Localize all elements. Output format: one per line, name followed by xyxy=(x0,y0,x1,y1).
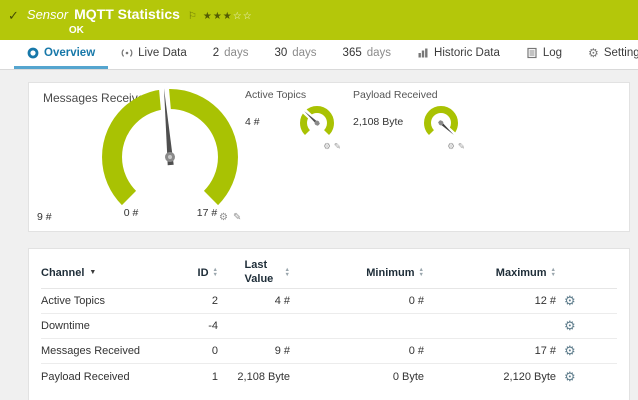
channel-name-cell[interactable]: Payload Received xyxy=(41,371,166,383)
star-filled-icons[interactable]: ★★★ xyxy=(203,11,233,22)
minimum-cell: 0 # xyxy=(290,345,424,357)
column-label: Minimum xyxy=(366,267,414,279)
title-block: Sensor MQTT Statistics ⚐ ★★★☆☆ OK xyxy=(27,6,253,36)
tab-unit: days xyxy=(367,47,391,59)
object-kind-label: Sensor xyxy=(27,7,68,22)
id-cell: -4 xyxy=(166,320,218,332)
main-gauge-chart xyxy=(75,85,265,211)
star-empty-icons[interactable]: ☆☆ xyxy=(233,11,253,22)
edit-icon[interactable]: ✎ xyxy=(458,141,465,152)
id-cell: 0 xyxy=(166,345,218,357)
column-header-channel[interactable]: Channel ▼ xyxy=(41,267,166,279)
column-label: ID xyxy=(198,267,209,279)
small-gauge-active-topics: Active Topics 4 # ⚙ xyxy=(245,89,341,152)
status-badge: OK xyxy=(69,25,253,36)
channel-name-cell[interactable]: Downtime xyxy=(41,320,166,332)
tab-label: Overview xyxy=(44,47,95,59)
channel-settings-icon[interactable]: ⚙ xyxy=(564,293,576,308)
table-row[interactable]: Downtime -4 ⚙ xyxy=(41,314,617,339)
small-gauge-payload-received: Payload Received 2,108 Byte xyxy=(353,89,465,152)
channel-settings-icon[interactable]: ⚙ xyxy=(564,343,576,358)
maximum-cell: 12 # xyxy=(424,295,556,307)
small-gauge-chart xyxy=(419,102,463,140)
gear-icon[interactable]: ⚙ xyxy=(219,212,228,223)
tab-number: 2 xyxy=(213,47,219,59)
main-gauge-actions: ⚙ ✎ xyxy=(219,212,241,223)
priority-rating[interactable]: ★★★☆☆ xyxy=(203,11,253,22)
sort-desc-icon[interactable]: ▼ xyxy=(89,269,96,276)
page-title: MQTT Statistics xyxy=(74,6,180,22)
id-cell: 1 xyxy=(166,371,218,383)
tab-log[interactable]: Log xyxy=(513,40,575,69)
maximum-cell: 17 # xyxy=(424,345,556,357)
sensor-tab-bar: Overview Live Data 2 days 30 days 365 da… xyxy=(0,40,638,70)
edit-icon[interactable]: ✎ xyxy=(233,212,241,223)
log-list-icon xyxy=(526,47,538,59)
gear-icon: ⚙ xyxy=(588,47,599,59)
table-row[interactable]: Messages Received 0 9 # 0 # 17 # ⚙ xyxy=(41,339,617,364)
main-gauge: 0 # 17 # xyxy=(75,85,265,231)
flag-icon[interactable]: ⚐ xyxy=(188,11,197,22)
sensor-header: ✓ Sensor MQTT Statistics ⚐ ★★★☆☆ OK xyxy=(0,0,638,40)
tab-live-data[interactable]: Live Data xyxy=(108,40,200,69)
small-gauges: Active Topics 4 # ⚙ xyxy=(245,89,465,152)
gear-icon[interactable]: ⚙ xyxy=(323,141,331,152)
sort-desc-arrow: ▼ xyxy=(551,273,556,278)
channel-settings-icon[interactable]: ⚙ xyxy=(564,318,576,333)
status-ok-check-icon: ✓ xyxy=(8,8,19,24)
column-label: Maximum xyxy=(496,267,547,279)
main-gauge-value: 9 # xyxy=(37,211,52,223)
column-label: Last Value xyxy=(245,259,281,285)
edit-icon[interactable]: ✎ xyxy=(334,141,341,152)
last-value-cell: 4 # xyxy=(218,295,290,307)
id-cell: 2 xyxy=(166,295,218,307)
live-signal-icon xyxy=(121,47,133,59)
tab-number: 30 xyxy=(274,47,287,59)
donut-chart-icon xyxy=(27,47,39,59)
table-row[interactable]: Active Topics 2 4 # 0 # 12 # ⚙ xyxy=(41,289,617,314)
column-header-id[interactable]: ID ▲▼ xyxy=(166,267,218,279)
tab-365-days[interactable]: 365 days xyxy=(330,40,404,69)
table-row[interactable]: Payload Received 1 2,108 Byte 0 Byte 2,1… xyxy=(41,364,617,389)
overview-content: Messages Received 0 # 17 # 9 # ⚙ ✎ Activ… xyxy=(0,70,638,400)
tab-settings[interactable]: ⚙ Settings xyxy=(575,40,638,69)
tab-unit: days xyxy=(292,47,316,59)
small-gauge-title: Payload Received xyxy=(353,89,465,101)
tab-2-days[interactable]: 2 days xyxy=(200,40,262,69)
gauges-panel: Messages Received 0 # 17 # 9 # ⚙ ✎ Activ… xyxy=(28,82,630,232)
small-gauge-title: Active Topics xyxy=(245,89,341,101)
table-header-row: Channel ▼ ID ▲▼ Last Value ▲▼ Minimum ▲▼… xyxy=(41,257,617,289)
channel-name-cell[interactable]: Active Topics xyxy=(41,295,166,307)
maximum-cell: 2,120 Byte xyxy=(424,371,556,383)
column-header-last-value[interactable]: Last Value ▲▼ xyxy=(218,259,290,285)
column-label: Channel xyxy=(41,267,84,279)
bar-chart-icon xyxy=(417,47,429,59)
channel-settings-icon[interactable]: ⚙ xyxy=(564,369,576,384)
tab-number: 365 xyxy=(343,47,362,59)
small-gauge-value: 2,108 Byte xyxy=(353,116,403,128)
tab-label: Historic Data xyxy=(434,47,500,59)
last-value-cell: 2,108 Byte xyxy=(218,371,290,383)
last-value-cell: 9 # xyxy=(218,345,290,357)
tab-unit: days xyxy=(224,47,248,59)
small-gauge-actions: ⚙ ✎ xyxy=(295,141,341,152)
gear-icon[interactable]: ⚙ xyxy=(447,141,455,152)
tab-30-days[interactable]: 30 days xyxy=(261,40,329,69)
small-gauge-actions: ⚙ ✎ xyxy=(419,141,465,152)
minimum-cell: 0 # xyxy=(290,295,424,307)
gauge-scale-min: 0 # xyxy=(111,207,151,219)
column-header-minimum[interactable]: Minimum ▲▼ xyxy=(290,267,424,279)
sort-icon[interactable]: ▲▼ xyxy=(551,268,556,277)
channel-name-cell[interactable]: Messages Received xyxy=(41,345,166,357)
tab-overview[interactable]: Overview xyxy=(14,40,108,69)
small-gauge-chart xyxy=(295,102,339,140)
minimum-cell: 0 Byte xyxy=(290,371,424,383)
small-gauge-value: 4 # xyxy=(245,116,260,128)
tab-historic-data[interactable]: Historic Data xyxy=(404,40,513,69)
tab-label: Log xyxy=(543,47,562,59)
tab-label: Settings xyxy=(604,47,638,59)
channels-table-panel: Channel ▼ ID ▲▼ Last Value ▲▼ Minimum ▲▼… xyxy=(28,248,630,400)
column-header-maximum[interactable]: Maximum ▲▼ xyxy=(424,267,556,279)
tab-label: Live Data xyxy=(138,47,187,59)
